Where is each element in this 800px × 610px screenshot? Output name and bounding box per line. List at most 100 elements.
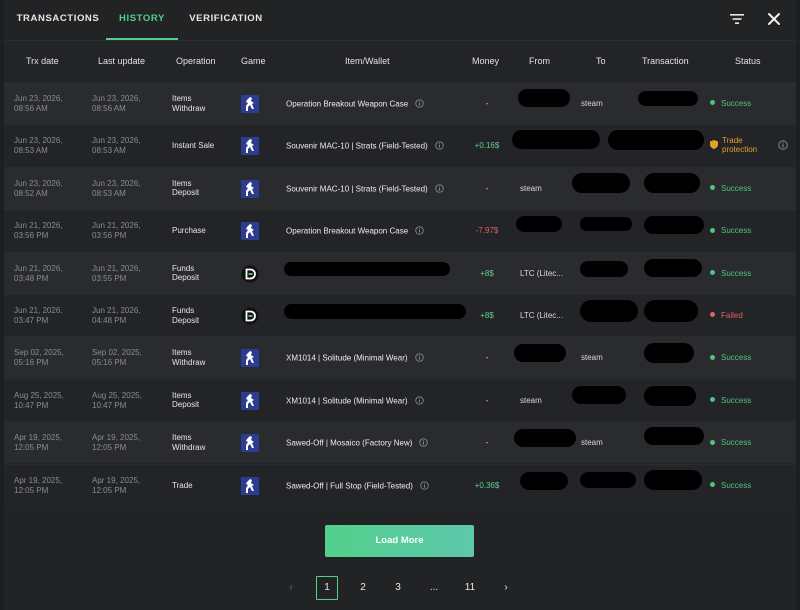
col-trx-date[interactable]: Trx date	[26, 41, 59, 81]
status-line: Trade	[722, 136, 743, 146]
cs-icon	[241, 137, 259, 156]
next-page-button[interactable]: ›	[495, 576, 517, 600]
col-last-update[interactable]: Last update	[98, 41, 145, 81]
last-update-line: 03:55 PM	[92, 273, 127, 283]
table-row[interactable]: Jun 23, 2026, 08:52 AM Jun 23, 2026, 08:53 …	[4, 166, 796, 209]
redacted-block	[644, 300, 698, 322]
item-name: XM1014 | Solitude (Minimal Wear)	[286, 353, 424, 364]
status-text: Success	[721, 395, 752, 405]
operation-line: Items	[172, 390, 192, 400]
status-text: Success	[721, 183, 752, 193]
table-row[interactable]: Apr 19, 2025, 12:05 PM Apr 19, 2025, 12:05 …	[4, 421, 796, 464]
redacted-block	[644, 427, 704, 446]
tab-history[interactable]: HISTORY	[106, 0, 178, 40]
operation-line: Funds	[172, 306, 195, 315]
table-row[interactable]: Sep 02, 2025, 05:16 PM Sep 02, 2025, 05:16 …	[4, 336, 796, 379]
page-1-button[interactable]: 1	[316, 576, 338, 600]
last-update-line: 05:16 PM	[92, 358, 127, 368]
pagination-ellipsis: ...	[429, 582, 439, 593]
table-header: Trx date Last update Operation Game Item…	[4, 41, 796, 81]
tab-verification[interactable]: VERIFICATION	[186, 0, 266, 39]
status-text: Success	[721, 353, 752, 363]
trx-date-line: Jun 21, 2026,	[14, 306, 63, 315]
last-update-date: Jun 21, 2026, 03:56 PM	[92, 221, 140, 241]
operation-line: Funds	[172, 263, 195, 273]
page-2-button[interactable]: 2	[352, 576, 374, 600]
close-icon[interactable]	[765, 10, 783, 28]
trx-date-line: 03:56 PM	[14, 231, 49, 241]
operation-line: Deposit	[172, 315, 200, 325]
info-icon[interactable]	[414, 396, 424, 407]
cs-icon	[241, 434, 259, 453]
col-status[interactable]: Status	[735, 41, 761, 81]
trx-date-line: 08:52 AM	[14, 188, 48, 198]
status-dot	[710, 439, 715, 445]
info-icon[interactable]	[419, 438, 429, 449]
redacted-block	[644, 258, 702, 277]
redacted-block	[608, 130, 704, 151]
status-badge: Success	[710, 269, 751, 278]
money-amount: +8$	[480, 311, 494, 320]
trx-date-line: 08:53 AM	[14, 146, 48, 156]
redacted-block	[644, 469, 702, 490]
item-name: Souvenir MAC-10 | Strats (Field-Tested)	[286, 141, 444, 152]
filter-icon[interactable]	[728, 10, 746, 28]
col-game[interactable]: Game	[241, 41, 266, 81]
info-icon[interactable]	[435, 184, 444, 195]
col-from[interactable]: From	[529, 41, 550, 81]
col-item-wallet[interactable]: Item/Wallet	[345, 41, 390, 81]
col-money[interactable]: Money	[472, 41, 499, 81]
status-badge: Success	[710, 353, 751, 362]
info-icon[interactable]	[415, 99, 424, 110]
table-row[interactable]: Jun 21, 2026, 03:47 PM Jun 21, 2026, 04:48 …	[4, 294, 796, 336]
d-icon	[241, 307, 259, 325]
page-11-button[interactable]: 11	[459, 576, 481, 600]
status-badge: Success	[710, 99, 751, 108]
redacted-block	[572, 385, 626, 404]
trx-date-line: Apr 19, 2025,	[14, 433, 63, 443]
trx-date-line: Aug 25, 2025,	[14, 390, 64, 400]
redacted-block	[644, 216, 704, 235]
operation: Items Deposit	[172, 391, 199, 410]
col-to[interactable]: To	[596, 41, 606, 81]
operation: Items Withdraw	[172, 94, 205, 113]
col-transaction[interactable]: Transaction	[642, 41, 689, 81]
info-icon[interactable]	[778, 140, 788, 152]
item-label: XM1014 | Solitude (Minimal Wear)	[286, 354, 408, 363]
redacted-block	[580, 300, 638, 322]
info-icon[interactable]	[414, 353, 424, 364]
operation: Trade	[172, 481, 193, 491]
table-row[interactable]: Jun 21, 2026, 03:56 PM Jun 21, 2026, 03:56 …	[4, 209, 796, 252]
tab-bar: TRANSACTIONS HISTORY VERIFICATION	[4, 0, 796, 41]
table-row[interactable]: Jun 23, 2026, 08:56 AM Jun 23, 2026, 08:56 …	[4, 82, 796, 124]
table-row[interactable]: Apr 19, 2025, 12:05 PM Apr 19, 2025, 12:05 …	[4, 463, 796, 506]
table-row[interactable]: Jun 21, 2026, 03:48 PM Jun 21, 2026, 03:55 …	[4, 251, 796, 294]
item-label: Sawed-Off | Mosaico (Factory New)	[286, 438, 413, 448]
table-row[interactable]: Jun 23, 2026, 08:53 AM Jun 23, 2026, 08:53 …	[4, 124, 796, 167]
operation-line: Deposit	[172, 400, 200, 410]
status-badge: Failed	[710, 311, 743, 320]
trx-date-line: 05:16 PM	[14, 358, 49, 368]
money-amount: -	[485, 438, 489, 448]
redacted-block	[572, 172, 630, 193]
trx-date-line: 03:48 PM	[14, 273, 49, 283]
last-update-date: Sep 02, 2025, 05:16 PM	[92, 348, 142, 368]
col-operation[interactable]: Operation	[176, 41, 216, 81]
prev-page-button[interactable]: ‹	[280, 576, 302, 600]
status-dot	[710, 185, 715, 191]
load-more-button[interactable]: Load More	[325, 525, 474, 557]
info-icon[interactable]	[435, 141, 444, 152]
status-badge: Success	[710, 226, 751, 235]
money-amount: +0.36$	[474, 480, 500, 490]
tab-transactions[interactable]: TRANSACTIONS	[12, 0, 104, 39]
info-icon[interactable]	[415, 226, 424, 237]
status-badge: Success	[710, 184, 751, 193]
last-update-line: Jun 21, 2026,	[92, 306, 141, 315]
trx-date-line: 10:47 PM	[14, 400, 49, 410]
table-row[interactable]: Aug 25, 2025, 10:47 PM Aug 25, 2025, 10:47 …	[4, 378, 796, 421]
info-icon[interactable]	[420, 480, 429, 492]
trx-date-line: Jun 21, 2026,	[14, 263, 63, 273]
last-update-line: 04:48 PM	[92, 316, 127, 325]
page-3-button[interactable]: 3	[387, 576, 409, 600]
operation-line: Purchase	[172, 226, 206, 236]
